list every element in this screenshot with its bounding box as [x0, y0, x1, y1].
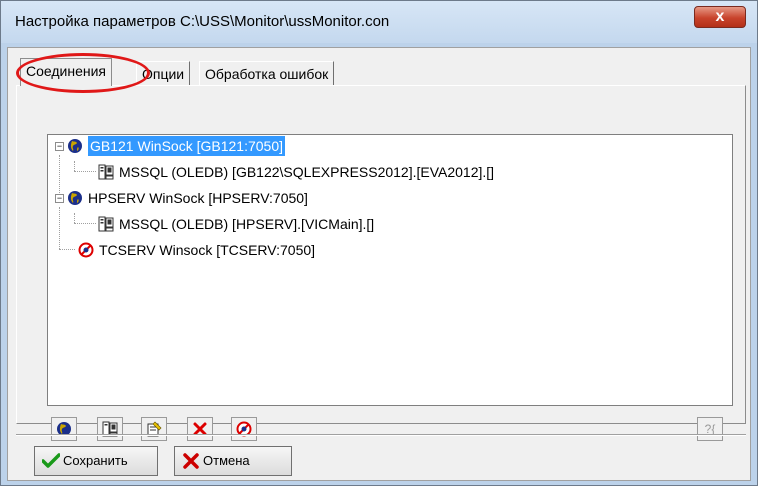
save-button-label: Сохранить [63, 453, 128, 468]
close-icon: x [715, 8, 725, 25]
edit-properties-button[interactable] [141, 417, 167, 441]
globe-icon [68, 191, 82, 205]
globe-icon [68, 139, 82, 153]
tab-error-handling[interactable]: Обработка ошибок [199, 61, 335, 85]
save-button[interactable]: Сохранить [34, 446, 158, 476]
tab-connections-label: Соединения [26, 63, 107, 79]
tab-options-label: Опции [142, 66, 185, 82]
tree-node-label: GB121 WinSock [GB121:7050] [88, 136, 285, 156]
tab-options[interactable]: Опции [136, 61, 191, 85]
add-database-button[interactable] [97, 417, 123, 441]
window-title: Настройка параметров C:\USS\Monitor\ussM… [15, 13, 390, 30]
server-icon [98, 164, 114, 180]
tree-line [74, 161, 75, 171]
tree-line [59, 249, 75, 250]
tab-connections[interactable]: Соединения [20, 58, 113, 86]
server-icon [98, 216, 114, 232]
disconnected-icon [78, 242, 94, 258]
tree-node-label: MSSQL (OLEDB) [GB122\SQLEXPRESS2012].[EV… [119, 164, 495, 180]
tree-line [74, 171, 96, 172]
delete-button[interactable] [187, 417, 213, 441]
tab-error-handling-label: Обработка ошибок [205, 66, 329, 82]
red-x-icon [183, 453, 199, 469]
tree-node-label: TCSERV Winsock [TCSERV:7050] [99, 242, 316, 258]
close-button[interactable]: x [694, 6, 746, 28]
settings-dialog: Настройка параметров C:\USS\Monitor\ussM… [0, 0, 758, 486]
cancel-button-label: Отмена [203, 453, 250, 468]
title-bar[interactable]: Настройка параметров C:\USS\Monitor\ussM… [1, 1, 757, 43]
collapse-toggle[interactable]: − [55, 142, 64, 151]
checkmark-icon [42, 453, 60, 468]
add-connection-button[interactable] [51, 417, 77, 441]
dialog-client-area: Соединения Опции Обработка ошибок − GB12… [7, 47, 751, 481]
tree-line [74, 223, 96, 224]
cancel-button[interactable]: Отмена [174, 446, 292, 476]
separator [16, 434, 746, 436]
tree-line [59, 207, 60, 249]
tree-node-label: HPSERV WinSock [HPSERV:7050] [88, 190, 308, 206]
tree-node-label: MSSQL (OLEDB) [HPSERV].[VICMain].[] [119, 216, 375, 232]
collapse-toggle[interactable]: − [55, 194, 64, 203]
connections-panel: − GB121 WinSock [GB121:7050] MSSQL (OLED… [16, 85, 746, 441]
disable-button[interactable] [231, 417, 257, 441]
help-button[interactable]: ?{ [697, 417, 723, 441]
tree-line [74, 213, 75, 223]
connections-tree[interactable]: − GB121 WinSock [GB121:7050] MSSQL (OLED… [47, 134, 733, 406]
